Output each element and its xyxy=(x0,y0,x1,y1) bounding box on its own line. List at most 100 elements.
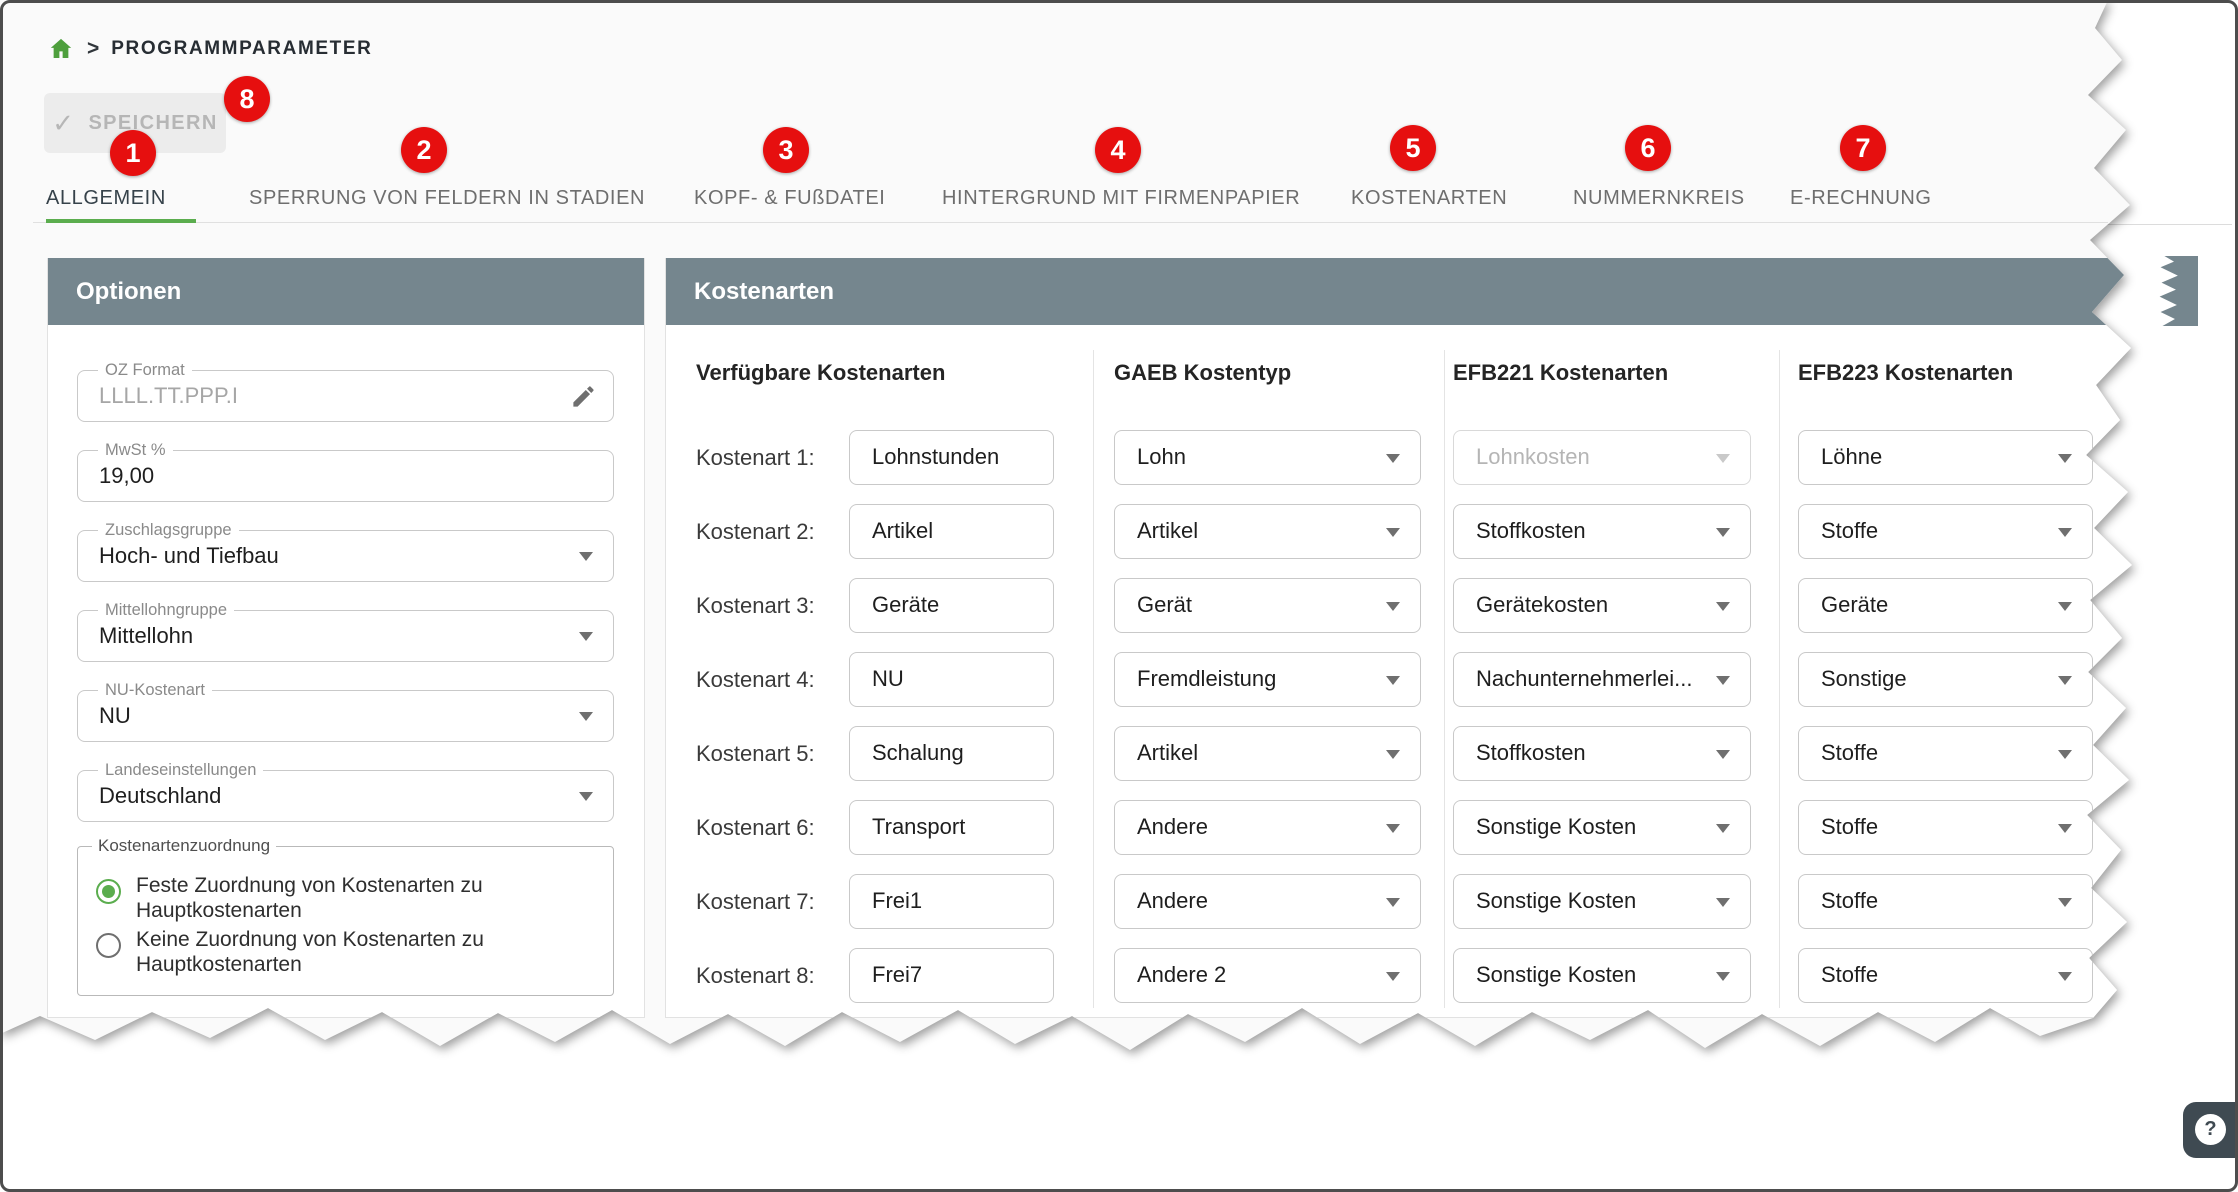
tab-hintergrund-firmenpapier[interactable]: HINTERGRUND MIT FIRMENPAPIER xyxy=(942,178,1300,218)
row-label: Kostenart 6: xyxy=(696,800,846,855)
chevron-down-icon xyxy=(2058,824,2072,833)
gaeb-select[interactable]: Fremdleistung xyxy=(1114,652,1421,707)
chevron-down-icon xyxy=(579,552,593,561)
chevron-down-icon xyxy=(1386,528,1400,537)
row-label: Kostenart 7: xyxy=(696,874,846,929)
gaeb-select[interactable]: Andere xyxy=(1114,874,1421,929)
tab-nummernkreis[interactable]: NUMMERNKREIS xyxy=(1573,178,1745,218)
gaeb-select[interactable]: Artikel xyxy=(1114,504,1421,559)
efb221-select[interactable]: Stoffkosten xyxy=(1453,726,1751,781)
mwst-field[interactable]: MwSt % 19,00 xyxy=(77,450,614,502)
efb221-selects: Lohnkosten Stoffkosten Gerätekosten Nach… xyxy=(1453,430,1751,1022)
kostenart-name-input[interactable]: NU xyxy=(849,652,1054,707)
annotation-badge-7: 7 xyxy=(1840,125,1886,171)
tab-allgemein[interactable]: ALLGEMEIN xyxy=(46,178,166,218)
efb221-select[interactable]: Gerätekosten xyxy=(1453,578,1751,633)
tabs-divider xyxy=(33,222,2108,223)
efb223-select[interactable]: Stoffe xyxy=(1798,726,2093,781)
gaeb-select[interactable]: Lohn xyxy=(1114,430,1421,485)
nu-kostenart-select[interactable]: NU-Kostenart NU xyxy=(77,690,614,742)
chevron-down-icon xyxy=(2058,972,2072,981)
column-divider xyxy=(1779,350,1780,1008)
zuschlagsgruppe-select[interactable]: Zuschlagsgruppe Hoch- und Tiefbau xyxy=(77,530,614,582)
efb223-select[interactable]: Löhne xyxy=(1798,430,2093,485)
efb223-select[interactable]: Geräte xyxy=(1798,578,2093,633)
tab-kostenarten[interactable]: KOSTENARTEN xyxy=(1351,178,1507,218)
annotation-badge-3: 3 xyxy=(763,127,809,173)
column-header-verfuegbare: Verfügbare Kostenarten xyxy=(696,360,945,386)
annotation-badge-1: 1 xyxy=(110,130,156,176)
efb223-select[interactable]: Stoffe xyxy=(1798,948,2093,1003)
tab-e-rechnung[interactable]: E-RECHNUNG xyxy=(1790,178,1932,218)
efb223-select[interactable]: Stoffe xyxy=(1798,800,2093,855)
chevron-down-icon xyxy=(2058,528,2072,537)
radio-option-feste-zuordnung[interactable]: Feste Zuordnung von Kostenarten zu Haupt… xyxy=(96,873,483,923)
row-label: Kostenart 5: xyxy=(696,726,846,781)
efb221-select[interactable]: Sonstige Kosten xyxy=(1453,948,1751,1003)
kostenart-name-input[interactable]: Lohnstunden xyxy=(849,430,1054,485)
radio-option-label: Feste Zuordnung von Kostenarten zu Haupt… xyxy=(136,873,483,923)
annotation-badge-8: 8 xyxy=(224,76,270,122)
gaeb-select[interactable]: Andere 2 xyxy=(1114,948,1421,1003)
efb221-select[interactable]: Nachunternehmerlei... xyxy=(1453,652,1751,707)
nu-kostenart-label: NU-Kostenart xyxy=(98,681,212,700)
pencil-icon[interactable] xyxy=(570,383,597,415)
kostenart-name-input[interactable]: Geräte xyxy=(849,578,1054,633)
kostenart-name-input[interactable]: Frei7 xyxy=(849,948,1054,1003)
efb223-select[interactable]: Stoffe xyxy=(1798,874,2093,929)
landeseinstellungen-select[interactable]: Landeseinstellungen Deutschland xyxy=(77,770,614,822)
chevron-down-icon xyxy=(1716,972,1730,981)
efb221-select[interactable]: Stoffkosten xyxy=(1453,504,1751,559)
radio-selected-icon[interactable] xyxy=(96,879,121,904)
help-button[interactable]: ? xyxy=(2183,1102,2235,1158)
options-panel: Optionen OZ Format LLLL.TT.PPP.I MwSt % … xyxy=(47,258,645,1018)
gaeb-select[interactable]: Artikel xyxy=(1114,726,1421,781)
efb223-select[interactable]: Stoffe xyxy=(1798,504,2093,559)
kostenart-name-input[interactable]: Artikel xyxy=(849,504,1054,559)
kostenart-row-labels: Kostenart 1: Kostenart 2: Kostenart 3: K… xyxy=(696,430,846,1022)
chevron-down-icon xyxy=(1386,676,1400,685)
column-divider xyxy=(1444,350,1445,1008)
annotation-badge-4: 4 xyxy=(1095,127,1141,173)
breadcrumb: > PROGRAMMPARAMETER xyxy=(47,36,372,62)
row-label: Kostenart 3: xyxy=(696,578,846,633)
chevron-down-icon xyxy=(1386,602,1400,611)
oz-format-field[interactable]: OZ Format LLLL.TT.PPP.I xyxy=(77,370,614,422)
chevron-down-icon xyxy=(579,792,593,801)
efb221-select[interactable]: Sonstige Kosten xyxy=(1453,874,1751,929)
gaeb-kostentyp-selects: Lohn Artikel Gerät Fremdleistung Artikel… xyxy=(1114,430,1421,1022)
home-icon[interactable] xyxy=(47,36,75,62)
save-button-label: SPEICHERN xyxy=(88,112,217,135)
tab-kopf-fussdatei[interactable]: KOPF- & FUßDATEI xyxy=(694,178,885,218)
annotation-badge-2: 2 xyxy=(401,127,447,173)
radio-unselected-icon[interactable] xyxy=(96,933,121,958)
tab-sperrung-von-feldern[interactable]: SPERRUNG VON FELDERN IN STADIEN xyxy=(249,178,645,218)
kostenart-name-input[interactable]: Frei1 xyxy=(849,874,1054,929)
chevron-down-icon xyxy=(1716,750,1730,759)
chevron-down-icon xyxy=(1716,602,1730,611)
mittellohngruppe-select[interactable]: Mittellohngruppe Mittellohn xyxy=(77,610,614,662)
mwst-label: MwSt % xyxy=(98,441,173,460)
chevron-down-icon xyxy=(2058,898,2072,907)
gaeb-select[interactable]: Andere xyxy=(1114,800,1421,855)
chevron-down-icon xyxy=(1716,676,1730,685)
chevron-down-icon xyxy=(1386,824,1400,833)
row-label: Kostenart 4: xyxy=(696,652,846,707)
radio-option-keine-zuordnung[interactable]: Keine Zuordnung von Kostenarten zu Haupt… xyxy=(96,927,484,977)
kostenarten-panel-title: Kostenarten xyxy=(666,258,2134,325)
efb223-select[interactable]: Sonstige xyxy=(1798,652,2093,707)
check-icon: ✓ xyxy=(52,108,75,139)
kostenarten-panel: Kostenarten Verfügbare Kostenarten GAEB … xyxy=(665,258,2135,1018)
gaeb-select[interactable]: Gerät xyxy=(1114,578,1421,633)
chevron-down-icon xyxy=(1716,898,1730,907)
efb221-select: Lohnkosten xyxy=(1453,430,1751,485)
efb221-select[interactable]: Sonstige Kosten xyxy=(1453,800,1751,855)
mittellohngruppe-label: Mittellohngruppe xyxy=(98,601,234,620)
chevron-down-icon xyxy=(579,632,593,641)
kostenartenzuordnung-legend: Kostenartenzuordnung xyxy=(92,836,276,856)
chevron-down-icon xyxy=(2058,602,2072,611)
chevron-down-icon xyxy=(579,712,593,721)
kostenart-name-input[interactable]: Transport xyxy=(849,800,1054,855)
kostenart-name-input[interactable]: Schalung xyxy=(849,726,1054,781)
torn-paper-main: > PROGRAMMPARAMETER ✓ SPEICHERN ALLGEMEI… xyxy=(0,0,2238,1192)
